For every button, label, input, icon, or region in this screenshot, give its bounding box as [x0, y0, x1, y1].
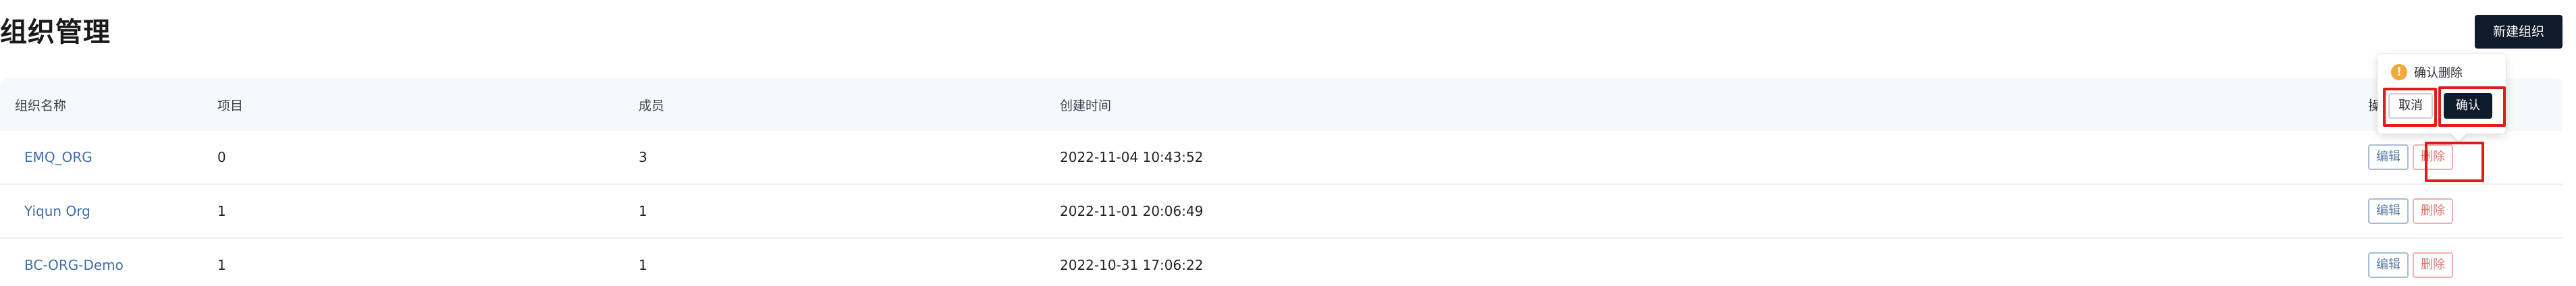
header-projects: 项目: [217, 98, 244, 113]
table-header: 组织名称 项目 成员 创建时间 操: [0, 78, 2562, 131]
new-org-button[interactable]: 新建组织: [2475, 15, 2562, 49]
delete-button[interactable]: 删除: [2413, 198, 2453, 224]
row-members: 1: [639, 257, 647, 273]
popconfirm-cancel-button[interactable]: 取消: [2388, 93, 2433, 119]
header-members: 成员: [639, 98, 665, 113]
table-row: Yiqun Org 1 1 2022-11-01 20:06:49 编辑 删除: [0, 185, 2562, 239]
row-created-at: 2022-10-31 17:06:22: [1060, 257, 1204, 273]
row-created-at: 2022-11-01 20:06:49: [1060, 203, 1204, 219]
row-actions: 编辑 删除: [2368, 131, 2457, 183]
org-name-link[interactable]: Yiqun Org: [24, 203, 90, 219]
popconfirm-confirm-button[interactable]: 确认: [2444, 93, 2492, 119]
org-name-link[interactable]: EMQ_ORG: [24, 149, 92, 165]
org-management-page: 组织管理 新建组织 组织名称 项目 成员 创建时间 操 EMQ_ORG 0 3 …: [0, 0, 2576, 286]
row-projects: 1: [217, 203, 226, 219]
delete-popconfirm: ! 确认删除 取消 确认: [2378, 54, 2506, 142]
popconfirm-message: 确认删除: [2414, 66, 2463, 80]
row-projects: 0: [217, 149, 226, 165]
edit-button[interactable]: 编辑: [2368, 144, 2409, 170]
row-members: 1: [639, 203, 647, 219]
warning-icon: !: [2391, 64, 2407, 80]
row-actions: 编辑 删除: [2368, 185, 2457, 237]
delete-button[interactable]: 删除: [2413, 144, 2453, 170]
row-members: 3: [639, 149, 647, 165]
row-actions: 编辑 删除: [2368, 239, 2457, 286]
edit-button[interactable]: 编辑: [2368, 252, 2409, 278]
edit-button[interactable]: 编辑: [2368, 198, 2409, 224]
page-title: 组织管理: [0, 17, 111, 48]
table-row: BC-ORG-Demo 1 1 2022-10-31 17:06:22 编辑 删…: [0, 239, 2562, 286]
delete-button[interactable]: 删除: [2413, 252, 2453, 278]
table-row: EMQ_ORG 0 3 2022-11-04 10:43:52 编辑 删除: [0, 131, 2562, 185]
row-created-at: 2022-11-04 10:43:52: [1060, 149, 1204, 165]
org-name-link[interactable]: BC-ORG-Demo: [24, 257, 124, 273]
row-projects: 1: [217, 257, 226, 273]
org-table: 组织名称 项目 成员 创建时间 操 EMQ_ORG 0 3 2022-11-04…: [0, 78, 2562, 286]
header-created-at: 创建时间: [1060, 98, 1112, 113]
header-org-name: 组织名称: [15, 98, 67, 113]
